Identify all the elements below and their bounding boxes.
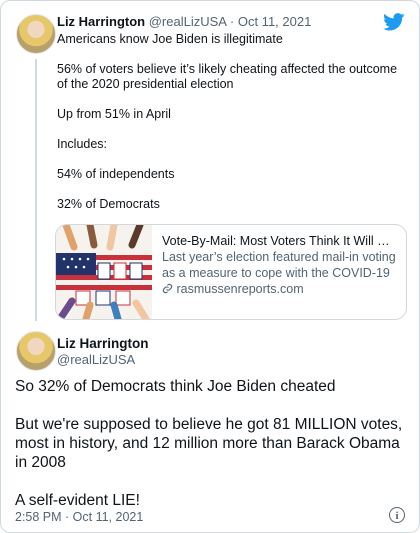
quoted-header: Liz Harrington @realLizUSA · Oct 11, 202… [57,14,311,29]
quoted-line: Includes: [57,137,108,151]
link-icon [162,283,173,294]
main-avatar[interactable] [16,331,56,371]
card-domain[interactable]: rasmussenreports.com [162,281,398,297]
info-icon[interactable]: i [389,507,405,523]
quoted-line: 32% of Democrats [57,197,160,211]
card-text: Vote-By-Mail: Most Voters Think It Will … [162,233,398,297]
quoted-avatar[interactable] [16,14,56,54]
card-title[interactable]: Vote-By-Mail: Most Voters Think It Will … [162,233,398,249]
quoted-line: 54% of independents [57,167,175,181]
main-tweet-text: So 32% of Democrats think Joe Biden chea… [15,378,403,509]
vote-by-mail-collage-image [56,225,152,319]
main-author-name[interactable]: Liz Harrington [57,336,149,351]
card-domain-text: rasmussenreports.com [176,282,304,296]
main-author-handle[interactable]: @realLizUSA [57,352,135,367]
card-description: Last year’s election featured mail-in vo… [162,250,396,280]
thread-line [35,59,37,321]
main-timestamp[interactable]: 2:58 PM · Oct 11, 2021 [15,510,143,524]
header-separator: · [229,14,235,29]
link-preview-card[interactable]: Vote-By-Mail: Most Voters Think It Will … [55,224,407,320]
quoted-line: Up from 51% in April [57,107,171,121]
quoted-author-handle[interactable]: @realLizUSA [149,14,227,29]
tweet-embed: Liz Harrington @realLizUSA · Oct 11, 202… [0,0,420,533]
quoted-date[interactable]: Oct 11, 2021 [238,14,311,29]
quoted-author-name[interactable]: Liz Harrington [57,14,145,29]
quoted-line: 56% of voters believe it’s likely cheati… [57,62,398,91]
quoted-line: Americans know Joe Biden is illegitimate [57,32,283,46]
twitter-bird-icon[interactable] [383,13,405,31]
